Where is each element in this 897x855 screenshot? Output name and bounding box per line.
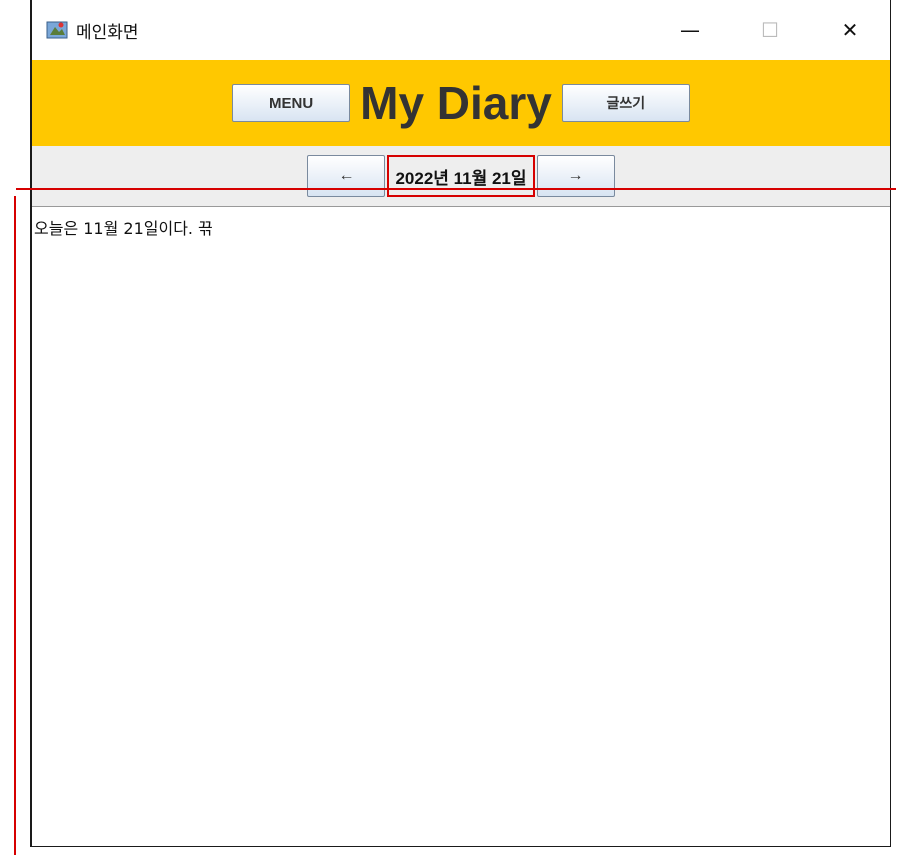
- diary-content-area[interactable]: 오늘은 11월 21일이다. 끆: [32, 206, 890, 846]
- close-button[interactable]: ✕: [810, 0, 890, 60]
- main-window: 메인화면 — ☐ ✕ MENU My Diary 글쓰기 ← 2022년 11월…: [30, 0, 891, 847]
- date-navigation: ← 2022년 11월 21일 →: [32, 146, 890, 206]
- diary-entry-text: 오늘은 11월 21일이다. 끆: [34, 219, 213, 238]
- menu-button[interactable]: MENU: [232, 84, 351, 122]
- title-bar: 메인화면 — ☐ ✕: [32, 0, 890, 60]
- app-title: My Diary: [360, 77, 552, 129]
- maximize-icon: ☐: [761, 18, 779, 42]
- window-title: 메인화면: [76, 22, 139, 43]
- arrow-right-icon: →: [567, 167, 584, 184]
- write-button[interactable]: 글쓰기: [561, 84, 690, 122]
- window-controls: — ☐ ✕: [650, 0, 890, 60]
- minimize-button[interactable]: —: [650, 0, 730, 60]
- current-date-label: 2022년 11월 21일: [387, 155, 535, 197]
- annotation-line-horizontal: [16, 188, 896, 190]
- close-icon: ✕: [841, 18, 859, 42]
- maximize-button[interactable]: ☐: [730, 0, 810, 60]
- annotation-line-vertical: [14, 196, 16, 855]
- header-bar: MENU My Diary 글쓰기: [32, 60, 890, 146]
- arrow-left-icon: ←: [338, 167, 355, 184]
- minimize-icon: —: [680, 18, 700, 42]
- java-app-icon: [46, 19, 68, 41]
- prev-day-button[interactable]: ←: [307, 155, 386, 197]
- next-day-button[interactable]: →: [536, 155, 615, 197]
